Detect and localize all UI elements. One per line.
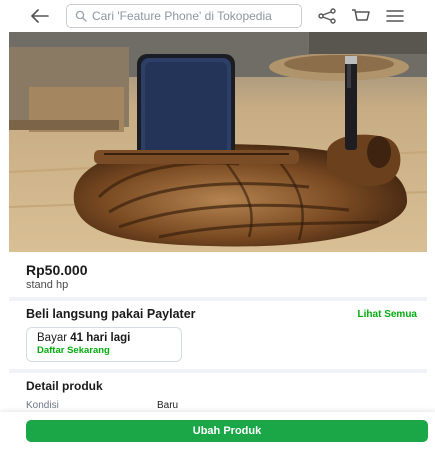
search-placeholder: Cari 'Feature Phone' di Tokopedia <box>92 9 272 23</box>
top-bar: Cari 'Feature Phone' di Tokopedia <box>0 0 435 32</box>
edit-product-button[interactable]: Ubah Produk <box>26 420 428 442</box>
arrow-left-icon <box>31 9 49 23</box>
share-icon <box>318 8 336 24</box>
product-price: Rp50.000 <box>26 262 88 278</box>
pay-due-text: Bayar 41 hari lagi <box>37 332 181 344</box>
product-photo-illustration <box>9 32 427 252</box>
pay-due: 41 hari lagi <box>70 332 131 344</box>
section-divider <box>9 297 427 301</box>
pay-prefix: Bayar <box>37 332 68 344</box>
paylater-card[interactable]: Bayar 41 hari lagi Daftar Sekarang <box>26 327 182 362</box>
hamburger-menu-icon <box>386 10 404 22</box>
register-link[interactable]: Daftar Sekarang <box>37 345 181 356</box>
search-input[interactable]: Cari 'Feature Phone' di Tokopedia <box>66 4 302 28</box>
search-icon <box>75 10 87 22</box>
cart-button[interactable] <box>350 5 372 27</box>
paylater-title: Beli langsung pakai Paylater <box>26 307 196 321</box>
condition-label: Kondisi <box>26 400 59 411</box>
product-name: stand hp <box>26 279 69 291</box>
see-all-link[interactable]: Lihat Semua <box>358 309 417 320</box>
menu-button[interactable] <box>384 5 406 27</box>
back-button[interactable] <box>30 6 50 26</box>
product-image[interactable] <box>9 32 427 252</box>
cart-icon <box>352 9 370 21</box>
condition-value: Baru <box>157 400 179 411</box>
share-button[interactable] <box>316 5 338 27</box>
details-title: Detail produk <box>26 379 103 393</box>
section-divider <box>9 369 427 373</box>
